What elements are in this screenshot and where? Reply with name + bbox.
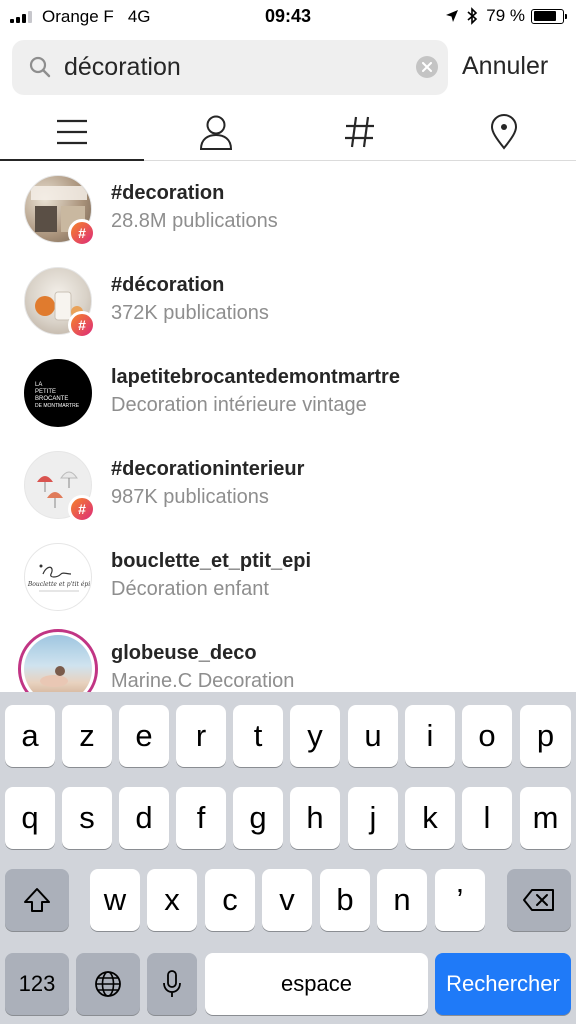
hashtag-icon [345, 116, 374, 148]
key-g[interactable]: g [233, 787, 283, 849]
key-k[interactable]: k [405, 787, 455, 849]
search-results-list: # #decoration 28.8M publications # #déco… [0, 161, 576, 692]
svg-text:LA: LA [35, 382, 42, 388]
list-item[interactable]: Bouclette et p'tit épi bouclette_et_ptit… [0, 529, 576, 621]
key-r[interactable]: r [176, 705, 226, 767]
svg-text:DE MONTMARTRE: DE MONTMARTRE [35, 403, 80, 409]
shift-key[interactable] [5, 869, 69, 931]
list-item[interactable]: LA PETITE BROCANTE DE MONTMARTRE lapetit… [0, 345, 576, 437]
list-item[interactable]: # #decoration 28.8M publications [0, 161, 576, 253]
globe-key[interactable] [76, 953, 140, 1015]
clear-search-button[interactable] [416, 56, 438, 78]
key-i[interactable]: i [405, 705, 455, 767]
key-s[interactable]: s [62, 787, 112, 849]
result-subtitle: Décoration enfant [111, 578, 269, 600]
result-title: bouclette_et_ptit_epi [111, 550, 312, 572]
key-v[interactable]: v [262, 869, 312, 931]
result-title: #decorationinterieur [111, 458, 305, 480]
microphone-key[interactable] [147, 953, 197, 1015]
avatar: # [24, 267, 96, 339]
key-w[interactable]: w [90, 869, 140, 931]
list-icon [57, 119, 87, 145]
list-item[interactable]: # #decorationinterieur 987K publications [0, 437, 576, 529]
list-item[interactable]: # #décoration 372K publications [0, 253, 576, 345]
space-key[interactable]: espace [205, 953, 428, 1015]
tab-top[interactable] [0, 104, 144, 161]
result-subtitle: 28.8M publications [111, 210, 278, 232]
search-input[interactable] [64, 49, 404, 85]
avatar: LA PETITE BROCANTE DE MONTMARTRE [24, 359, 92, 427]
key-t[interactable]: t [233, 705, 283, 767]
svg-text:Bouclette et p'tit épi: Bouclette et p'tit épi [27, 581, 90, 588]
status-right: 79 % [437, 6, 567, 26]
keyboard: a z e r t y u i o p q s d f g h j k l m … [0, 692, 576, 1024]
search-tabs [0, 104, 576, 161]
search-return-key[interactable]: Rechercher [435, 953, 571, 1015]
avatar: # [24, 175, 96, 247]
result-subtitle: 987K publications [111, 486, 269, 508]
key-x[interactable]: x [147, 869, 197, 931]
microphone-icon [163, 970, 181, 997]
result-title: #décoration [111, 274, 225, 296]
brand-logo: Bouclette et p'tit épi [27, 564, 90, 592]
key-y[interactable]: y [290, 705, 340, 767]
hashtag-badge-icon: # [68, 495, 96, 523]
location-arrow-icon [445, 9, 459, 23]
key-q[interactable]: q [5, 787, 55, 849]
status-bar: Orange F 4G 09:43 79 % [0, 0, 576, 34]
result-subtitle: Marine.C Decoration [111, 670, 295, 692]
key-apostrophe[interactable]: ’ [435, 869, 485, 931]
numbers-key[interactable]: 123 [5, 953, 69, 1015]
person-icon [199, 115, 233, 150]
key-u[interactable]: u [348, 705, 398, 767]
hashtag-badge-icon: # [68, 219, 96, 247]
key-o[interactable]: o [462, 705, 512, 767]
list-item[interactable]: globeuse_deco Marine.C Decoration [0, 621, 576, 692]
result-title: lapetitebrocantedemontmartre [111, 366, 400, 388]
key-e[interactable]: e [119, 705, 169, 767]
key-c[interactable]: c [205, 869, 255, 931]
key-f[interactable]: f [176, 787, 226, 849]
key-m[interactable]: m [520, 787, 571, 849]
key-a[interactable]: a [5, 705, 55, 767]
result-title: globeuse_deco [111, 642, 257, 664]
search-icon [28, 55, 52, 84]
search-box[interactable] [12, 40, 448, 95]
key-h[interactable]: h [290, 787, 340, 849]
key-z[interactable]: z [62, 705, 112, 767]
svg-text:PETITE: PETITE [35, 389, 56, 395]
location-pin-icon [490, 114, 518, 150]
globe-icon [95, 971, 121, 997]
brand-logo: LA PETITE BROCANTE DE MONTMARTRE [35, 382, 80, 409]
hashtag-badge-icon: # [68, 311, 96, 339]
battery-percent: 79 % [486, 6, 525, 25]
search-row: Annuler [0, 40, 576, 96]
key-d[interactable]: d [119, 787, 169, 849]
result-title: #decoration [111, 182, 225, 204]
backspace-icon [523, 889, 554, 911]
key-j[interactable]: j [348, 787, 398, 849]
tab-places[interactable] [432, 104, 576, 160]
avatar: Bouclette et p'tit épi [24, 543, 92, 611]
svg-text:BROCANTE: BROCANTE [35, 396, 68, 402]
result-subtitle: 372K publications [111, 302, 269, 324]
delete-key[interactable] [507, 869, 571, 931]
tab-accounts[interactable] [144, 104, 288, 160]
avatar: # [24, 451, 96, 523]
bluetooth-icon [467, 7, 478, 25]
result-subtitle: Decoration intérieure vintage [111, 394, 367, 416]
key-p[interactable]: p [520, 705, 571, 767]
key-l[interactable]: l [462, 787, 512, 849]
key-n[interactable]: n [377, 869, 427, 931]
cancel-button[interactable]: Annuler [462, 52, 548, 81]
close-icon [422, 62, 432, 72]
tab-tags[interactable] [288, 104, 432, 160]
battery-icon [531, 8, 567, 24]
key-b[interactable]: b [320, 869, 370, 931]
avatar [18, 629, 98, 692]
shift-arrow-icon [24, 888, 50, 912]
